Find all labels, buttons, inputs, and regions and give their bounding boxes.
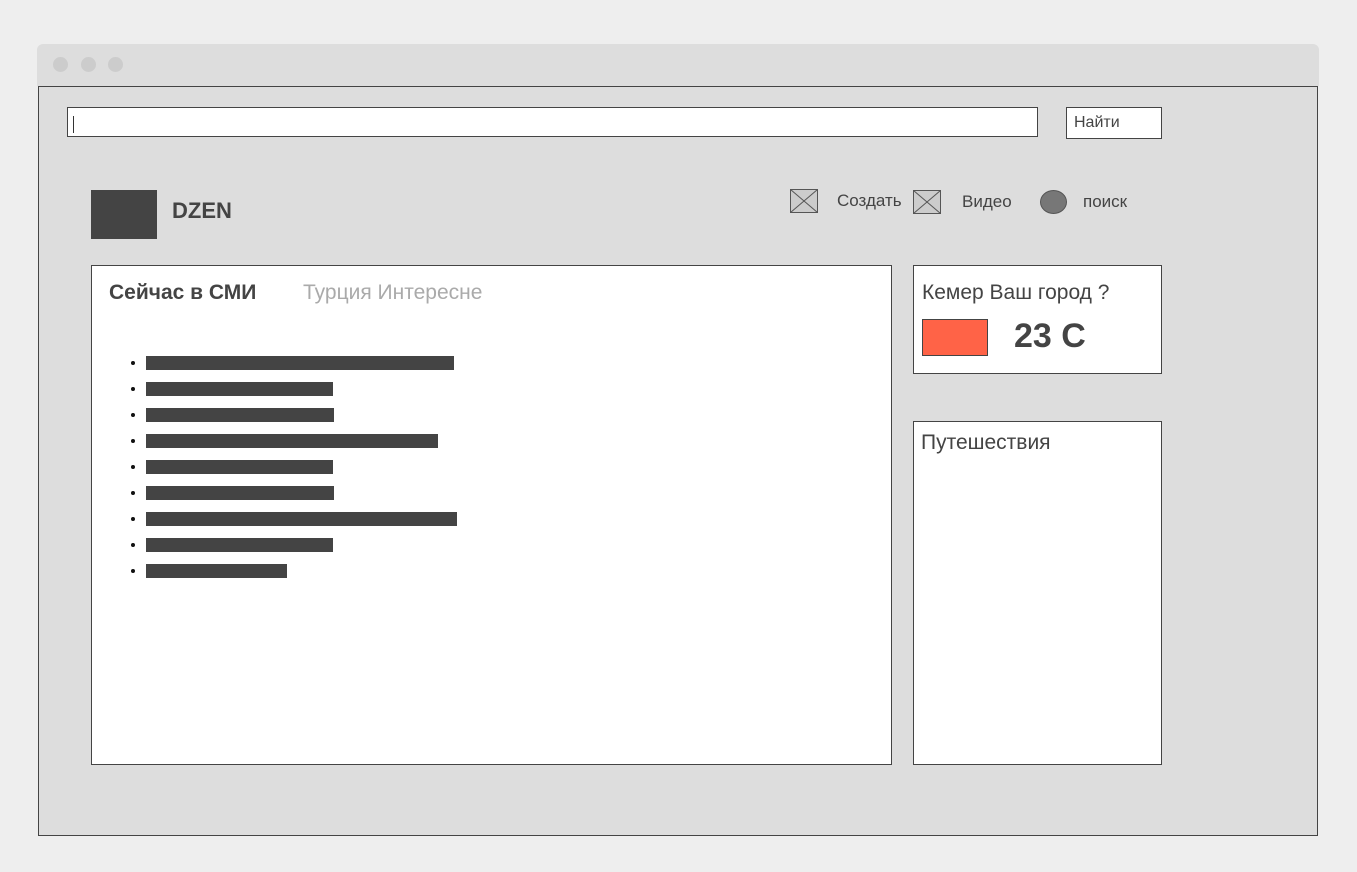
temperature-value: 23 C	[1014, 317, 1086, 355]
nav-search-link[interactable]: поиск	[1083, 192, 1127, 212]
news-list-item[interactable]	[92, 538, 592, 552]
page-content: Найти DZEN Создать Видео поиск Сейчас в …	[38, 86, 1318, 836]
news-list-item[interactable]	[92, 486, 592, 500]
bullet	[131, 465, 135, 469]
window-minimize-dot[interactable]	[81, 57, 96, 72]
browser-window: Найти DZEN Создать Видео поиск Сейчас в …	[37, 44, 1319, 836]
bullet	[131, 387, 135, 391]
news-headline-placeholder	[146, 538, 333, 552]
weather-status-swatch	[922, 319, 988, 356]
text-caret	[73, 116, 74, 133]
tab-turkey-interesting[interactable]: Турция Интересне	[303, 281, 482, 305]
nav-create-link[interactable]: Создать	[837, 191, 902, 211]
image-placeholder-icon[interactable]	[790, 189, 818, 213]
news-headline-placeholder	[146, 564, 287, 578]
news-headline-placeholder	[146, 460, 333, 474]
window-titlebar	[37, 44, 1319, 86]
news-headline-placeholder	[146, 512, 457, 526]
brand-name[interactable]: DZEN	[172, 198, 232, 224]
find-button[interactable]: Найти	[1066, 107, 1162, 139]
news-list-item[interactable]	[92, 564, 592, 578]
news-list-item[interactable]	[92, 434, 592, 448]
city-question[interactable]: Кемер Ваш город ?	[922, 281, 1109, 305]
bullet	[131, 361, 135, 365]
logo-image[interactable]	[91, 190, 157, 239]
bullet	[131, 491, 135, 495]
search-input[interactable]	[67, 107, 1038, 137]
news-headline-placeholder	[146, 486, 334, 500]
weather-widget: Кемер Ваш город ? 23 C	[913, 265, 1162, 374]
bullet	[131, 413, 135, 417]
travel-widget: Путешествия	[913, 421, 1162, 765]
bullet	[131, 517, 135, 521]
bullet	[131, 439, 135, 443]
news-headline-placeholder	[146, 434, 438, 448]
news-list-item[interactable]	[92, 356, 592, 370]
news-list-item[interactable]	[92, 408, 592, 422]
news-list-item[interactable]	[92, 460, 592, 474]
image-placeholder-icon[interactable]	[913, 190, 941, 214]
window-close-dot[interactable]	[53, 57, 68, 72]
news-list-item[interactable]	[92, 512, 592, 526]
news-headline-placeholder	[146, 382, 333, 396]
tab-now-in-media[interactable]: Сейчас в СМИ	[109, 281, 256, 305]
travel-title[interactable]: Путешествия	[921, 431, 1051, 455]
window-maximize-dot[interactable]	[108, 57, 123, 72]
news-list-item[interactable]	[92, 382, 592, 396]
news-headline-placeholder	[146, 408, 334, 422]
news-headline-placeholder	[146, 356, 454, 370]
nav-video-link[interactable]: Видео	[962, 192, 1012, 212]
bullet	[131, 569, 135, 573]
bullet	[131, 543, 135, 547]
circle-icon[interactable]	[1040, 190, 1067, 214]
news-panel: Сейчас в СМИ Турция Интересне	[91, 265, 892, 765]
